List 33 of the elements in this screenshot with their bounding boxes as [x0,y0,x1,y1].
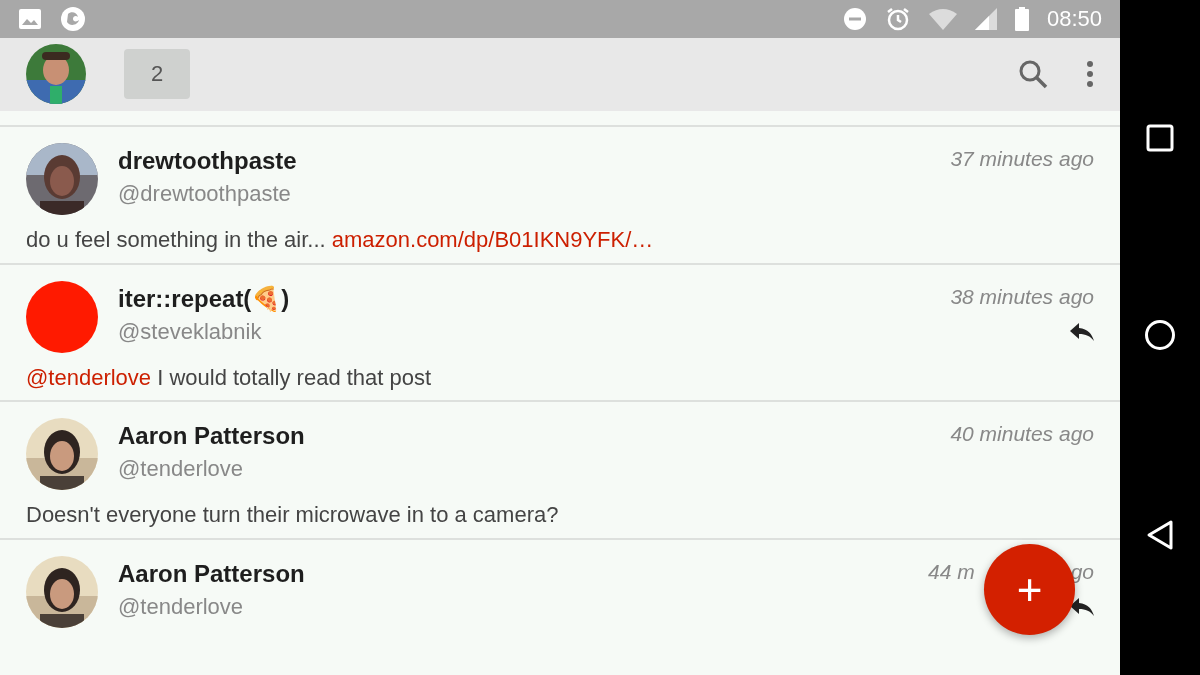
signal-icon [974,7,997,30]
do-not-disturb-icon [842,6,867,31]
user-handle: @drewtoothpaste [118,181,292,208]
battery-icon [1014,6,1029,31]
user-name: drewtoothpaste [118,147,298,176]
link[interactable]: @tenderlove [26,364,152,390]
post-text: @tenderlove I would totally read that post [26,364,433,391]
user-handle: @steveklabnik [118,318,263,345]
user-name: Aaron Patterson [118,559,306,588]
post-text: do u feel something in the air... amazon.com/dp/B01IKN9YFK/… [26,227,655,254]
post-time: 38 minutes ago [950,284,1094,309]
post-card[interactable]: iter::repeat(🍕) @steveklabnik 38 minutes ago @tenderlove I would totally read that post [0,262,1120,401]
image-icon [18,7,42,30]
post-card[interactable]: Aaron Patterson @tenderlove 40 minutes ago Doesn't everyone turn their microwave in to a camera? [0,400,1120,538]
post-time: 40 minutes ago [950,422,1094,447]
count-badge[interactable]: 2 [124,49,190,100]
post-time: 37 minutes ago [950,147,1094,172]
recent-apps-icon[interactable] [1146,123,1174,152]
user-handle: @tenderlove [118,593,245,620]
post-time: 44 m [927,559,975,584]
search-icon[interactable] [1018,59,1048,90]
user-name: Aaron Patterson [118,422,306,451]
user-handle: @tenderlove [118,456,245,483]
clock-time: 08:50 [1046,5,1102,32]
browser-icon [60,5,86,32]
post-card[interactable]: drewtoothpaste @drewtoothpaste 37 minutes ago do u feel something in the air... amazon.com/dp/B01IKN9YFK/… [0,125,1120,263]
more-options-icon[interactable] [1086,60,1094,89]
home-icon[interactable] [1144,319,1176,352]
post-text: Doesn't everyone turn their microwave in to a camera? [26,502,560,529]
link[interactable]: amazon.com/dp/B01IKN9YFK/… [331,227,654,253]
wifi-icon [928,7,957,30]
user-name: iter::repeat(🍕) [118,284,291,313]
back-icon[interactable] [1146,519,1174,552]
